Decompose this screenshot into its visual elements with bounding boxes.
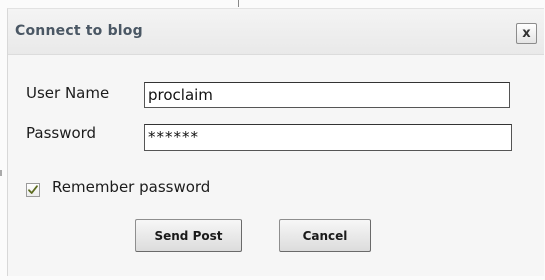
remember-password-label[interactable]: Remember password [52,178,210,196]
close-icon: x [522,26,531,41]
background-mark [238,0,239,7]
username-field[interactable]: proclaim [144,82,510,108]
background-mark [0,170,2,176]
password-label: Password [26,124,97,142]
remember-password-checkbox[interactable] [26,183,40,197]
password-field[interactable]: ****** [144,124,512,151]
username-label: User Name [26,84,110,102]
dialog-title: Connect to blog [15,23,143,39]
page-background: Connect to blog x User Name proclaim Pas… [0,0,545,280]
close-button[interactable]: x [516,23,537,44]
checkmark-icon [28,185,38,194]
connect-dialog: Connect to blog x User Name proclaim Pas… [7,8,544,276]
cancel-button[interactable]: Cancel [279,219,371,252]
send-post-button[interactable]: Send Post [135,219,242,252]
dialog-titlebar[interactable]: Connect to blog x [8,9,544,55]
